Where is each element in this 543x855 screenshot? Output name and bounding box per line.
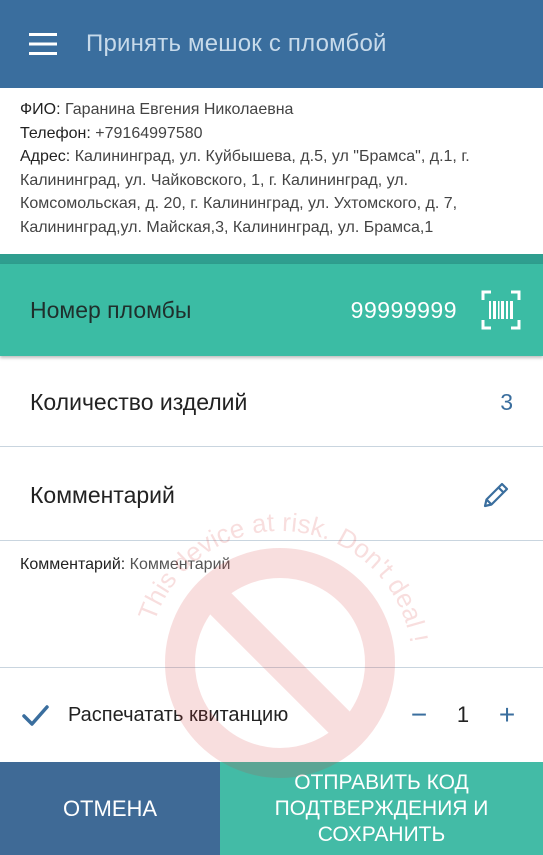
phone-row: Телефон: +79164997580 [20,122,523,146]
seal-number-row[interactable]: Номер пломбы 99999999 [0,264,543,356]
submit-button[interactable]: ОТПРАВИТЬ КОД ПОДТВЕРЖДЕНИЯ И СОХРАНИТЬ [220,762,543,855]
address-row: Адрес: Калининград, ул. Куйбышева, д.5, … [20,145,523,239]
print-receipt-row: Распечатать квитанцию − 1 + [0,668,543,762]
comment-label: Комментарий [30,481,175,508]
decrement-button[interactable]: − [405,701,433,729]
checkmark-icon[interactable] [20,700,50,730]
section-divider [0,254,543,264]
phone-value: +79164997580 [95,124,203,142]
barcode-scan-icon[interactable] [481,290,521,330]
increment-button[interactable]: + [493,701,521,729]
menu-button[interactable] [0,0,86,88]
app-bar: Принять мешок с пломбой [0,0,543,88]
recipient-info: ФИО: Гаранина Евгения Николаевна Телефон… [0,88,543,254]
cancel-button[interactable]: ОТМЕНА [0,762,220,855]
quantity-value: 3 [500,388,513,415]
divider [0,540,543,541]
name-label: ФИО: [20,101,61,118]
seal-number-label: Номер пломбы [30,296,192,323]
seal-number-value: 99999999 [350,296,457,323]
address-value: Калининград, ул. Куйбышева, д.5, ул "Бра… [20,148,470,236]
name-value: Гаранина Евгения Николаевна [65,101,294,118]
copies-count: 1 [456,702,470,727]
quantity-row[interactable]: Количество изделий 3 [0,356,543,448]
comment-text-label: Комментарий: [20,556,126,573]
copies-stepper: − 1 + [405,701,521,729]
pencil-icon[interactable] [481,480,511,510]
hamburger-menu-icon [29,33,57,55]
phone-label: Телефон: [20,124,91,142]
print-receipt-label: Распечатать квитанцию [68,703,289,726]
name-row: ФИО: Гаранина Евгения Николаевна [20,98,523,122]
divider [0,446,543,447]
quantity-label: Количество изделий [30,388,248,415]
page-title: Принять мешок с пломбой [86,30,387,57]
address-label: Адрес: [20,148,71,165]
comment-text-value: Комментарий [129,556,231,573]
comment-row[interactable]: Комментарий [0,449,543,541]
comment-text: Комментарий: Комментарий [20,556,230,574]
